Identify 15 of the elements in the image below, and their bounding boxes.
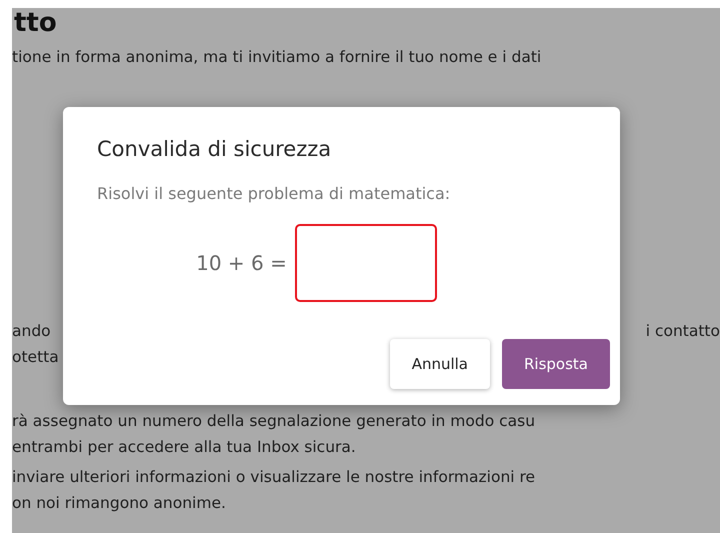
submit-button[interactable]: Risposta <box>502 339 610 389</box>
dialog-title: Convalida di sicurezza <box>97 137 332 162</box>
paragraph-text: otetta <box>12 347 59 368</box>
paragraph-text: ando <box>12 321 51 342</box>
paragraph-text: inviare ulteriori informazioni o visualizzare le nostre informazioni re <box>12 467 536 488</box>
math-equation: 10 + 6 = <box>196 250 287 278</box>
paragraph-text: rà assegnato un numero della segnalazione generato in modo casu <box>12 411 536 432</box>
paragraph-text: tione in forma anonima, ma ti invitiamo a fornire il tuo nome e i dati <box>12 47 542 68</box>
paragraph-text: i contatto <box>646 321 720 342</box>
dialog-prompt: Risolvi il seguente problema di matematica: <box>97 183 452 206</box>
paragraph-text: entrambi per accedere alla tua Inbox sicura. <box>12 437 356 458</box>
answer-field[interactable] <box>294 224 437 302</box>
page-heading: tto <box>14 8 58 38</box>
cancel-button[interactable]: Annulla <box>390 339 490 389</box>
paragraph-text: on noi rimangono anonime. <box>12 493 226 514</box>
